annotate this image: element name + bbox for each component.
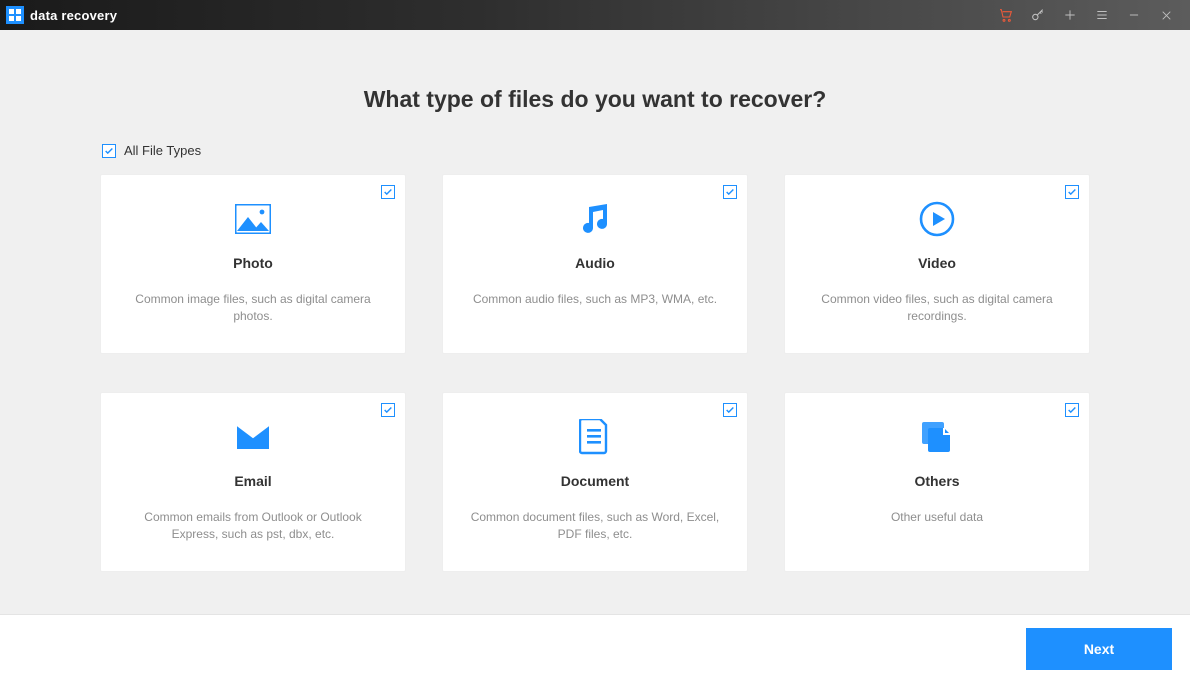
card-email-title: Email <box>234 473 271 489</box>
card-photo-checkbox[interactable] <box>381 185 395 199</box>
card-document[interactable]: Document Common document files, such as … <box>442 392 748 572</box>
others-icon <box>920 415 954 459</box>
app-logo-icon <box>6 6 24 24</box>
email-icon <box>235 415 271 459</box>
card-document-desc: Common document files, such as Word, Exc… <box>467 509 723 544</box>
titlebar-right <box>990 0 1182 30</box>
menu-icon[interactable] <box>1086 0 1118 30</box>
card-audio-title: Audio <box>575 255 615 271</box>
card-audio-checkbox[interactable] <box>723 185 737 199</box>
file-type-grid: Photo Common image files, such as digita… <box>100 174 1090 572</box>
document-icon <box>579 415 611 459</box>
next-button[interactable]: Next <box>1026 628 1172 670</box>
card-email[interactable]: Email Common emails from Outlook or Outl… <box>100 392 406 572</box>
titlebar: data recovery <box>0 0 1190 30</box>
card-photo-title: Photo <box>233 255 273 271</box>
all-file-types-label: All File Types <box>124 143 201 158</box>
footer: Next <box>0 614 1190 682</box>
card-others-checkbox[interactable] <box>1065 403 1079 417</box>
card-video-checkbox[interactable] <box>1065 185 1079 199</box>
card-email-desc: Common emails from Outlook or Outlook Ex… <box>125 509 381 544</box>
video-icon <box>919 197 955 241</box>
page-body: What type of files do you want to recove… <box>0 30 1190 614</box>
card-others[interactable]: Others Other useful data <box>784 392 1090 572</box>
card-document-checkbox[interactable] <box>723 403 737 417</box>
plus-icon[interactable] <box>1054 0 1086 30</box>
card-photo[interactable]: Photo Common image files, such as digita… <box>100 174 406 354</box>
close-icon[interactable] <box>1150 0 1182 30</box>
key-icon[interactable] <box>1022 0 1054 30</box>
card-audio-desc: Common audio files, such as MP3, WMA, et… <box>473 291 717 308</box>
all-file-types-checkbox[interactable] <box>102 144 116 158</box>
card-video-title: Video <box>918 255 956 271</box>
card-video[interactable]: Video Common video files, such as digita… <box>784 174 1090 354</box>
card-others-desc: Other useful data <box>891 509 983 526</box>
card-photo-desc: Common image files, such as digital came… <box>125 291 381 326</box>
all-file-types-row[interactable]: All File Types <box>100 143 1090 158</box>
app-title: data recovery <box>30 8 117 23</box>
card-document-title: Document <box>561 473 629 489</box>
card-others-title: Others <box>914 473 959 489</box>
titlebar-left: data recovery <box>6 6 117 24</box>
audio-icon <box>579 197 611 241</box>
card-email-checkbox[interactable] <box>381 403 395 417</box>
cart-icon[interactable] <box>990 0 1022 30</box>
minimize-icon[interactable] <box>1118 0 1150 30</box>
card-video-desc: Common video files, such as digital came… <box>809 291 1065 326</box>
card-audio[interactable]: Audio Common audio files, such as MP3, W… <box>442 174 748 354</box>
photo-icon <box>235 197 271 241</box>
page-heading: What type of files do you want to recove… <box>100 86 1090 113</box>
